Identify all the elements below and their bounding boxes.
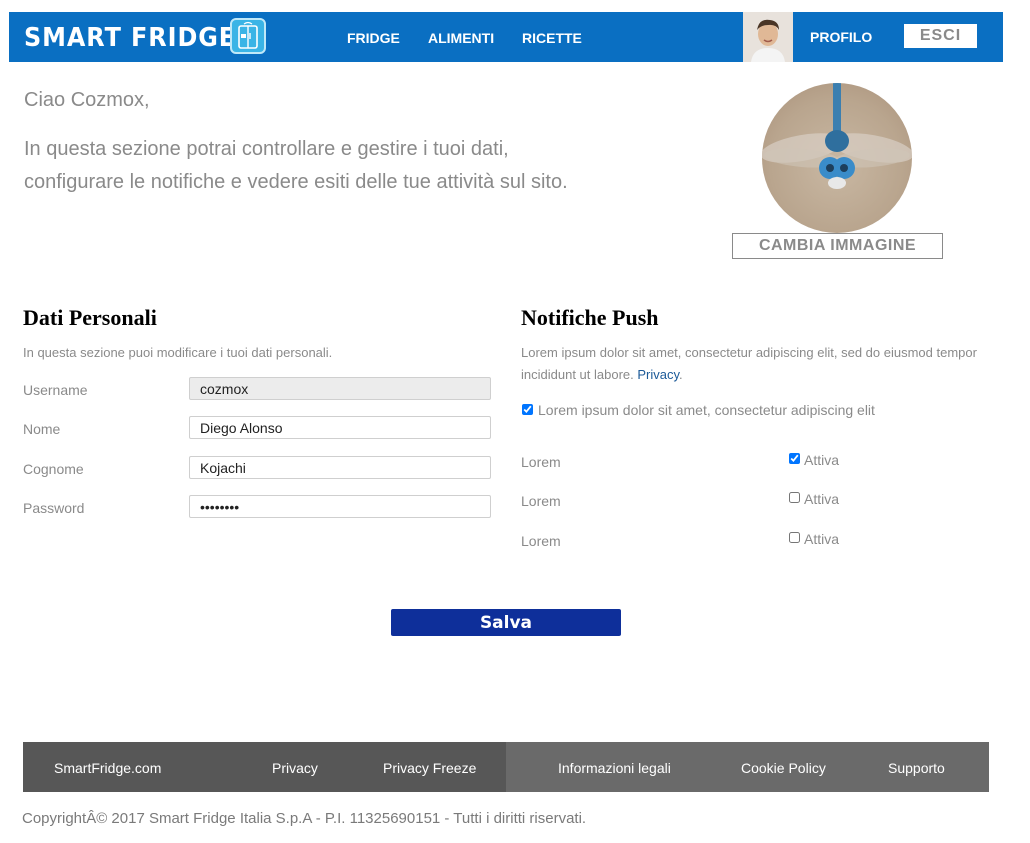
notification-3-toggle-label: Attiva <box>804 531 840 547</box>
nome-label: Nome <box>23 421 61 437</box>
username-label: Username <box>23 382 88 398</box>
notification-3-label: Lorem <box>521 533 561 549</box>
push-description-suffix: . <box>679 367 683 382</box>
notification-2-toggle-label: Attiva <box>804 491 840 507</box>
greeting-text: Ciao Cozmox, <box>24 89 150 111</box>
agree-checkbox[interactable] <box>522 404 533 415</box>
brand-logo-text[interactable]: SMART FRIDGE <box>24 23 236 53</box>
intro-line-1: In questa sezione potrai controllare e g… <box>24 138 509 160</box>
nav-fridge[interactable]: FRIDGE <box>347 30 400 46</box>
nav-ricette[interactable]: RICETTE <box>522 30 582 46</box>
username-field[interactable] <box>189 377 491 400</box>
personal-data-title: Dati Personali <box>23 305 157 330</box>
cognome-label: Cognome <box>23 461 84 477</box>
nav-profilo[interactable]: PROFILO <box>810 29 872 45</box>
push-notifications-description: Lorem ipsum dolor sit amet, consectetur … <box>521 342 981 386</box>
privacy-link[interactable]: Privacy <box>637 367 679 382</box>
notification-3-checkbox[interactable] <box>789 532 800 543</box>
footer-link-privacy-freeze[interactable]: Privacy Freeze <box>383 760 476 776</box>
footer-right-bar: Informazioni legali Cookie Policy Suppor… <box>506 742 989 792</box>
profile-picture <box>762 83 912 233</box>
notification-1-toggle-label: Attiva <box>804 452 840 468</box>
push-notifications-title: Notifiche Push <box>521 305 659 330</box>
copyright-text: CopyrightÂ© 2017 Smart Fridge Italia S.p… <box>22 810 587 827</box>
nome-field[interactable] <box>189 416 491 439</box>
notification-1-label: Lorem <box>521 454 561 470</box>
personal-data-description: In questa sezione puoi modificare i tuoi… <box>23 345 333 360</box>
agree-checkbox-label: Lorem ipsum dolor sit amet, consectetur … <box>538 402 875 418</box>
footer-link-cookie-policy[interactable]: Cookie Policy <box>741 760 826 776</box>
footer-link-legal-info[interactable]: Informazioni legali <box>558 760 671 776</box>
password-label: Password <box>23 500 85 516</box>
logout-button[interactable]: ESCI <box>904 24 977 48</box>
footer-left-bar: SmartFridge.com Privacy Privacy Freeze <box>23 742 506 792</box>
notification-2-label: Lorem <box>521 493 561 509</box>
save-button[interactable]: Salva <box>391 609 621 636</box>
intro-text: In questa sezione potrai controllare e g… <box>24 133 664 199</box>
footer-link-smartfridge[interactable]: SmartFridge.com <box>54 760 161 776</box>
user-avatar[interactable] <box>743 12 793 62</box>
footer-link-support[interactable]: Supporto <box>888 760 945 776</box>
intro-line-2: configurare le notifiche e vedere esiti … <box>24 171 568 193</box>
nav-alimenti[interactable]: ALIMENTI <box>428 30 494 46</box>
top-navbar: SMART FRIDGE FRIDGE ALIMENTI RICETTE PRO… <box>9 12 1003 62</box>
change-image-button[interactable]: CAMBIA IMMAGINE <box>732 233 943 259</box>
notification-1-checkbox[interactable] <box>789 453 800 464</box>
cognome-field[interactable] <box>189 456 491 479</box>
password-field[interactable] <box>189 495 491 518</box>
notification-2-checkbox[interactable] <box>789 492 800 503</box>
push-description-text: Lorem ipsum dolor sit amet, consectetur … <box>521 345 977 382</box>
footer-link-privacy[interactable]: Privacy <box>272 760 318 776</box>
fridge-logo-icon <box>230 18 266 54</box>
